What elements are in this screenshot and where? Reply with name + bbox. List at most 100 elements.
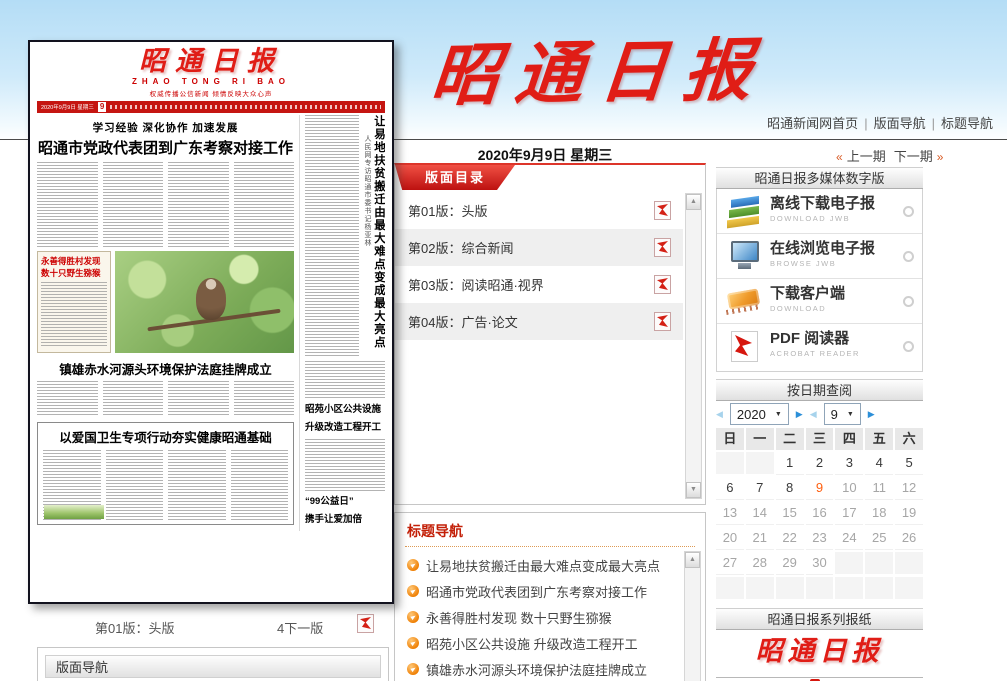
preview-headline-court: 镇雄赤水河源头环境保护法庭挂牌成立: [37, 359, 294, 378]
current-page-label: 第01版：头版: [95, 618, 174, 637]
calendar-day-header: 四: [835, 428, 863, 450]
calendar-day: 29: [776, 552, 804, 575]
preview-info-bar: 2020年9月9日 星期三 9: [37, 101, 385, 113]
series-logo[interactable]: 昭通日报: [716, 629, 923, 675]
scroll-down-icon[interactable]: ▼: [686, 482, 701, 498]
calendar-day: 17: [835, 502, 863, 525]
next-year-icon[interactable]: ▶: [796, 409, 803, 420]
scroll-up-icon[interactable]: ▲: [685, 552, 700, 568]
prev-issue-arrow-icon: «: [836, 150, 843, 164]
next-issue-arrow-icon: »: [937, 150, 944, 164]
catalog-item-label: 第02版：综合新闻: [408, 238, 513, 257]
preview-monkey-article: 永善得胜村发现 数十只野生猕猴: [37, 251, 111, 353]
calendar-day: 21: [746, 527, 774, 550]
title-nav-item[interactable]: 让易地扶贫搬迁由最大难点变成最大亮点: [407, 552, 679, 578]
calendar-day[interactable]: 9: [806, 477, 834, 500]
site-logo-text: 昭通日报: [428, 32, 771, 114]
calendar-empty-cell: [895, 552, 923, 574]
next-month-icon[interactable]: ▶: [868, 409, 875, 420]
preview-middle-row: 永善得胜村发现 数十只野生猕猴: [37, 251, 294, 353]
title-nav-item[interactable]: 永善得胜村发现 数十只野生猕猴: [407, 604, 679, 630]
media-item[interactable]: PDF 阅读器ACROBAT READER: [717, 323, 922, 368]
catalog-scrollbar[interactable]: ▲ ▼: [685, 193, 702, 499]
catalog-item[interactable]: 第01版：头版: [395, 192, 683, 229]
preview-bodytext: [305, 361, 385, 399]
catalog-item[interactable]: 第02版：综合新闻: [395, 229, 683, 266]
title-nav-scrollbar[interactable]: ▲: [684, 551, 701, 681]
prev-year-icon[interactable]: ◀: [716, 409, 723, 420]
year-value: 2020: [737, 407, 766, 422]
chevron-down-icon: ▼: [847, 411, 854, 418]
scroll-up-icon[interactable]: ▲: [686, 194, 701, 210]
calendar-day-header: 日: [716, 428, 744, 450]
preview-headline-estate-2: 升级改造工程开工: [305, 421, 385, 435]
nav-link-title-nav[interactable]: 标题导航: [941, 116, 993, 131]
calendar-empty-cell: [716, 577, 744, 599]
media-item-subtitle: DOWNLOAD JWB: [770, 211, 875, 226]
pdf-icon[interactable]: [654, 201, 671, 220]
calendar-day[interactable]: 3: [835, 452, 863, 475]
media-item-title: 在线浏览电子报: [770, 241, 875, 256]
title-nav-item[interactable]: 镇雄赤水河源头环境保护法庭挂牌成立: [407, 656, 679, 681]
calendar-day[interactable]: 4: [865, 452, 893, 475]
circle-indicator-icon: [903, 341, 914, 352]
calendar-day: 25: [865, 527, 893, 550]
preview-headline-health: 以爱国卫生专项行动夯实健康昭通基础: [43, 427, 288, 446]
preview-vertical-article: 人民网专访昭通市委书记杨亚林 让易地扶贫搬迁由最大难点变成最大亮点: [305, 115, 385, 357]
calendar-day: 26: [895, 527, 923, 550]
media-item-subtitle: DOWNLOAD: [770, 301, 845, 316]
preview-headline-monkey-2: 数十只野生猕猴: [41, 267, 107, 279]
media-item[interactable]: 在线浏览电子报BROWSE JWB: [717, 233, 922, 278]
nav-link-page-nav[interactable]: 版面导航: [874, 116, 926, 131]
preview-headline-charity-1: “99公益日”: [305, 495, 385, 509]
calendar-day: 13: [716, 502, 744, 525]
title-nav-item[interactable]: 昭通市党政代表团到广东考察对接工作: [407, 578, 679, 604]
title-nav-item-label: 昭苑小区公共设施 升级改造工程开工: [426, 634, 638, 653]
next-issue-link[interactable]: 下一期: [894, 149, 933, 164]
media-item-text: 下载客户端DOWNLOAD: [770, 286, 845, 316]
series-section-header: 昭通日报系列报纸: [716, 608, 923, 630]
calendar-day[interactable]: 2: [806, 452, 834, 475]
catalog-item[interactable]: 第04版：广告·论文: [395, 303, 683, 340]
nav-link-home[interactable]: 昭通新闻网首页: [767, 116, 858, 131]
calendar-day[interactable]: 6: [716, 477, 744, 500]
calendar-day[interactable]: 7: [746, 477, 774, 500]
preview-masthead-pinyin: ZHAO TONG RI BAO: [37, 77, 385, 86]
preview-bodytext: [305, 115, 359, 357]
catalog-item-label: 第04版：广告·论文: [408, 312, 518, 331]
calendar-day: 11: [865, 477, 893, 500]
next-page-link[interactable]: 4下一版: [277, 618, 323, 637]
media-item-subtitle: ACROBAT READER: [770, 346, 860, 361]
monkey-photo: [115, 251, 294, 353]
prev-month-icon[interactable]: ◀: [810, 409, 817, 420]
pdf-icon[interactable]: [654, 275, 671, 294]
preview-small-image: [44, 505, 104, 519]
calendar-day-header: 五: [865, 428, 893, 450]
preview-issue-number: 9: [98, 102, 106, 112]
pdf-icon[interactable]: [357, 614, 374, 633]
calendar-empty-cell: [835, 552, 863, 574]
calendar-empty-cell: [716, 452, 744, 474]
page-catalog: 版面目录 第01版：头版第02版：综合新闻第03版：阅读昭通·视界第04版：广告…: [394, 163, 706, 505]
media-item-title: 离线下载电子报: [770, 196, 875, 211]
media-item-text: 在线浏览电子报BROWSE JWB: [770, 241, 875, 271]
media-item[interactable]: 离线下载电子报DOWNLOAD JWB: [717, 189, 922, 233]
title-nav-item-label: 让易地扶贫搬迁由最大难点变成最大亮点: [426, 556, 660, 575]
front-page-thumbnail[interactable]: 昭通日报 ZHAO TONG RI BAO 权威传播公信新闻 倾情反映大众心声 …: [28, 40, 394, 604]
calendar-empty-cell: [835, 577, 863, 599]
pdf-icon[interactable]: [654, 238, 671, 257]
calendar-day-header: 六: [895, 428, 923, 450]
pdf-icon[interactable]: [654, 312, 671, 331]
year-select[interactable]: 2020▼: [730, 403, 789, 425]
month-select[interactable]: 9▼: [824, 403, 861, 425]
calendar-day[interactable]: 8: [776, 477, 804, 500]
calendar-day[interactable]: 1: [776, 452, 804, 475]
prev-issue-link[interactable]: 上一期: [847, 149, 886, 164]
catalog-item[interactable]: 第03版：阅读昭通·视界: [395, 266, 683, 303]
preview-vertical-byline: 人民网专访昭通市委书记杨亚林: [362, 135, 372, 295]
calendar-section-header: 按日期查阅: [716, 379, 923, 401]
preview-headline-estate-1: 昭苑小区公共设施: [305, 403, 385, 417]
media-item[interactable]: 下载客户端DOWNLOAD: [717, 278, 922, 323]
title-nav-item[interactable]: 昭苑小区公共设施 升级改造工程开工: [407, 630, 679, 656]
calendar-day[interactable]: 5: [895, 452, 923, 475]
